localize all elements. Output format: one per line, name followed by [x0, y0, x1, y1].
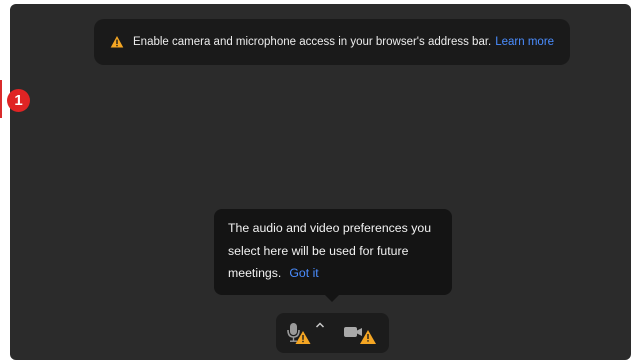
- camera-button[interactable]: [342, 322, 380, 346]
- permission-banner: Enable camera and microphone access in y…: [94, 19, 570, 65]
- learn-more-link[interactable]: Learn more: [495, 36, 554, 48]
- microphone-button[interactable]: [286, 320, 312, 346]
- warning-icon: [110, 35, 124, 49]
- banner-message: Enable camera and microphone access in y…: [133, 36, 492, 48]
- step-badge: 1: [7, 89, 30, 112]
- got-it-link[interactable]: Got it: [289, 266, 318, 280]
- microphone-options-button[interactable]: [314, 319, 326, 333]
- tooltip-text: The audio and video preferences you sele…: [228, 221, 432, 280]
- preferences-tooltip: The audio and video preferences you sele…: [214, 209, 452, 295]
- media-controls: [276, 313, 389, 353]
- camera-warning-icon: [342, 322, 380, 346]
- chevron-up-icon: [314, 319, 326, 333]
- tooltip-arrow: [324, 294, 340, 302]
- page: 1 Enable camera and microphone access in…: [0, 0, 641, 363]
- left-edge-marker: [0, 80, 2, 118]
- microphone-warning-icon: [286, 320, 312, 346]
